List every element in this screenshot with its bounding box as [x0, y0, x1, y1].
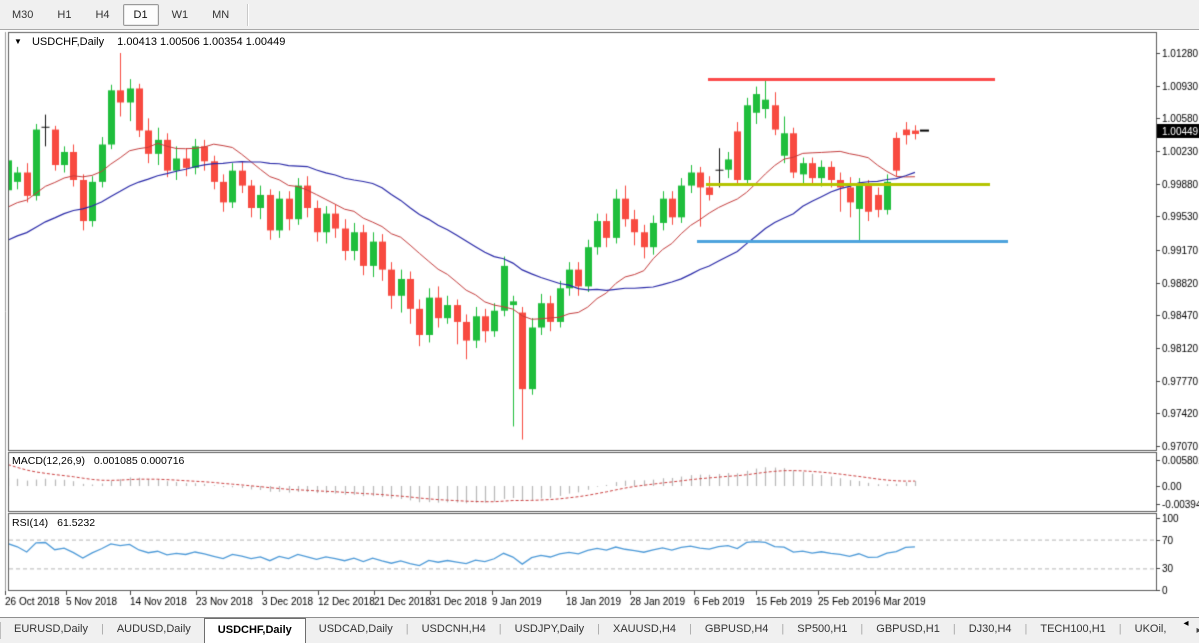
chart-symbol-label: USDCHF,Daily	[31, 36, 105, 48]
timeframe-button-m30[interactable]: M30	[1, 4, 44, 26]
macd-values: 0.001085 0.000716	[93, 455, 185, 467]
macd-indicator-label: MACD(12,26,9) 0.001085 0.000716	[12, 455, 184, 467]
chart-tab-eurusd[interactable]: EURUSD,Daily	[1, 618, 101, 643]
chart-tab-ukoil[interactable]: UKOil,	[1122, 618, 1180, 643]
tabs-scroll-right-icon[interactable]: ▸	[1192, 625, 1199, 636]
toolbar-separator	[247, 3, 250, 26]
timeframe-button-d1[interactable]: D1	[122, 3, 159, 26]
chart-tab-usdchf[interactable]: USDCHF,Daily	[203, 618, 306, 643]
timeframe-button-h1[interactable]: H1	[46, 4, 82, 26]
rsi-indicator-label: RSI(14) 61.5232	[12, 517, 95, 529]
rsi-value: 61.5232	[57, 517, 96, 529]
chart-tab-sp500[interactable]: SP500,H1	[784, 618, 860, 643]
timeframe-button-h4[interactable]: H4	[84, 4, 120, 26]
timeframe-button-w1[interactable]: W1	[161, 4, 200, 26]
chart-tab-bar: EURUSD,Daily | AUDUSD,Daily USDCHF,Daily USD…	[0, 617, 1199, 643]
trading-platform-window: M30 H1 H4 D1 W1 MN ▼ USDCHF,Daily 1.00413 1.0…	[0, 0, 1199, 643]
tabs-scroll-left-icon[interactable]: ◂	[1179, 618, 1192, 643]
timeframe-toolbar: M30 H1 H4 D1 W1 MN	[0, 0, 1199, 30]
chart-tab-audusd[interactable]: AUDUSD,Daily	[104, 618, 204, 643]
chart-tab-xauusd[interactable]: XAUUSD,H4	[600, 618, 689, 643]
chart-tab-tech100[interactable]: TECH100,H1	[1027, 618, 1118, 643]
chart-ohlc-values: 1.00413 1.00506 1.00354 1.00449	[117, 36, 286, 48]
chart-tab-gbpusd[interactable]: GBPUSD,H1	[863, 618, 953, 643]
chart-tab-dj30[interactable]: DJ30,H4	[956, 618, 1025, 643]
chart-tab-usdcad[interactable]: USDCAD,Daily	[306, 618, 406, 643]
window-menu-icon[interactable]: ▼	[14, 37, 22, 46]
chart-tab-usdcnh[interactable]: USDCNH,H4	[409, 618, 499, 643]
chart-tab-usdjpy[interactable]: USDJPY,Daily	[502, 618, 598, 643]
chart-tab-gbpusd[interactable]: GBPUSD,H4	[692, 618, 782, 643]
macd-name: MACD(12,26,9)	[12, 455, 85, 467]
rsi-name: RSI(14)	[12, 517, 49, 529]
timeframe-button-mn[interactable]: MN	[201, 4, 240, 26]
price-chart-canvas[interactable]	[0, 30, 1199, 617]
chart-title: ▼ USDCHF,Daily 1.00413 1.00506 1.00354 1…	[14, 36, 285, 48]
